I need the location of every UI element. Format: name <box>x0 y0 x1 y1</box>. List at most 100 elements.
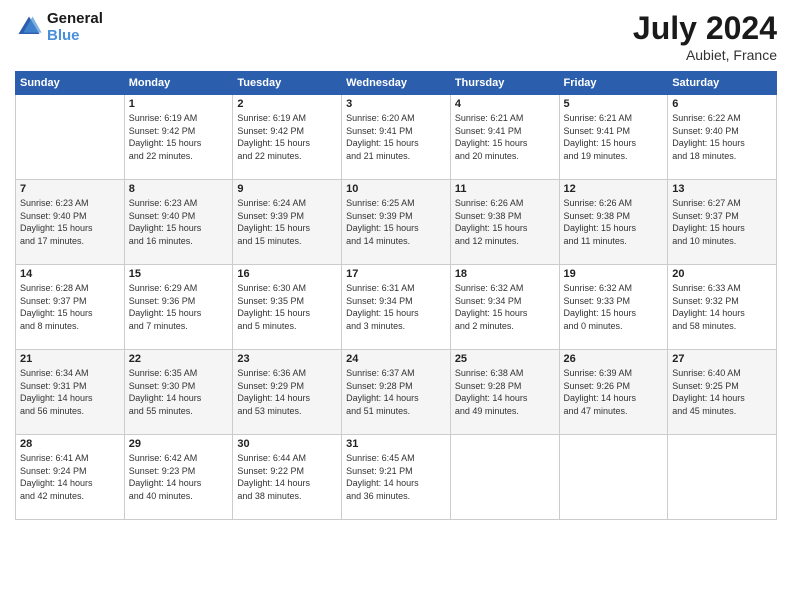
day-info: Sunrise: 6:26 AM Sunset: 9:38 PM Dayligh… <box>564 197 664 247</box>
month-year: July 2024 <box>633 10 777 47</box>
header: General Blue July 2024 Aubiet, France <box>15 10 777 63</box>
day-number: 9 <box>237 183 337 195</box>
logo-text: General Blue <box>47 10 103 44</box>
calendar-cell: 4 Sunrise: 6:21 AM Sunset: 9:41 PM Daylig… <box>450 95 559 180</box>
day-number: 10 <box>346 183 446 195</box>
calendar-cell: 6 Sunrise: 6:22 AM Sunset: 9:40 PM Daylig… <box>668 95 777 180</box>
day-number: 2 <box>237 98 337 110</box>
day-info: Sunrise: 6:32 AM Sunset: 9:33 PM Dayligh… <box>564 282 664 332</box>
day-number: 26 <box>564 353 664 365</box>
calendar-cell: 28 Sunrise: 6:41 AM Sunset: 9:24 PM Dayli… <box>16 435 125 520</box>
col-wednesday: Wednesday <box>342 72 451 95</box>
day-info: Sunrise: 6:42 AM Sunset: 9:23 PM Dayligh… <box>129 452 229 502</box>
title-block: July 2024 Aubiet, France <box>633 10 777 63</box>
day-number: 4 <box>455 98 555 110</box>
day-info: Sunrise: 6:35 AM Sunset: 9:30 PM Dayligh… <box>129 367 229 417</box>
day-info: Sunrise: 6:19 AM Sunset: 9:42 PM Dayligh… <box>237 112 337 162</box>
day-info: Sunrise: 6:22 AM Sunset: 9:40 PM Dayligh… <box>672 112 772 162</box>
col-saturday: Saturday <box>668 72 777 95</box>
day-number: 21 <box>20 353 120 365</box>
day-info: Sunrise: 6:29 AM Sunset: 9:36 PM Dayligh… <box>129 282 229 332</box>
day-number: 16 <box>237 268 337 280</box>
day-info: Sunrise: 6:20 AM Sunset: 9:41 PM Dayligh… <box>346 112 446 162</box>
calendar-cell: 22 Sunrise: 6:35 AM Sunset: 9:30 PM Dayli… <box>124 350 233 435</box>
day-number: 27 <box>672 353 772 365</box>
day-info: Sunrise: 6:38 AM Sunset: 9:28 PM Dayligh… <box>455 367 555 417</box>
day-info: Sunrise: 6:23 AM Sunset: 9:40 PM Dayligh… <box>20 197 120 247</box>
calendar-cell: 26Sunrise: 6:39 AM Sunset: 9:26 PM Dayli… <box>559 350 668 435</box>
location: Aubiet, France <box>633 47 777 63</box>
calendar-cell: 15Sunrise: 6:29 AM Sunset: 9:36 PM Dayli… <box>124 265 233 350</box>
calendar-week-4: 21 Sunrise: 6:34 AM Sunset: 9:31 PM Dayli… <box>16 350 777 435</box>
calendar-cell: 5 Sunrise: 6:21 AM Sunset: 9:41 PM Daylig… <box>559 95 668 180</box>
calendar-cell: 9Sunrise: 6:24 AM Sunset: 9:39 PM Daylig… <box>233 180 342 265</box>
calendar-cell: 2 Sunrise: 6:19 AM Sunset: 9:42 PM Daylig… <box>233 95 342 180</box>
day-number: 19 <box>564 268 664 280</box>
calendar-cell: 20Sunrise: 6:33 AM Sunset: 9:32 PM Dayli… <box>668 265 777 350</box>
day-number: 18 <box>455 268 555 280</box>
day-info: Sunrise: 6:45 AM Sunset: 9:21 PM Dayligh… <box>346 452 446 502</box>
calendar-cell <box>668 435 777 520</box>
day-number: 11 <box>455 183 555 195</box>
day-number: 6 <box>672 98 772 110</box>
calendar-week-3: 14 Sunrise: 6:28 AM Sunset: 9:37 PM Dayli… <box>16 265 777 350</box>
day-number: 20 <box>672 268 772 280</box>
day-number: 8 <box>129 183 229 195</box>
calendar-cell: 3 Sunrise: 6:20 AM Sunset: 9:41 PM Daylig… <box>342 95 451 180</box>
calendar-week-2: 7Sunrise: 6:23 AM Sunset: 9:40 PM Daylig… <box>16 180 777 265</box>
day-number: 12 <box>564 183 664 195</box>
day-number: 3 <box>346 98 446 110</box>
day-info: Sunrise: 6:30 AM Sunset: 9:35 PM Dayligh… <box>237 282 337 332</box>
day-number: 31 <box>346 438 446 450</box>
logo-icon <box>15 13 43 41</box>
calendar-cell: 11Sunrise: 6:26 AM Sunset: 9:38 PM Dayli… <box>450 180 559 265</box>
calendar-cell: 1 Sunrise: 6:19 AM Sunset: 9:42 PM Daylig… <box>124 95 233 180</box>
calendar-cell: 7Sunrise: 6:23 AM Sunset: 9:40 PM Daylig… <box>16 180 125 265</box>
day-info: Sunrise: 6:28 AM Sunset: 9:37 PM Dayligh… <box>20 282 120 332</box>
calendar-cell: 16 Sunrise: 6:30 AM Sunset: 9:35 PM Dayli… <box>233 265 342 350</box>
day-info: Sunrise: 6:44 AM Sunset: 9:22 PM Dayligh… <box>237 452 337 502</box>
day-info: Sunrise: 6:25 AM Sunset: 9:39 PM Dayligh… <box>346 197 446 247</box>
day-number: 28 <box>20 438 120 450</box>
day-info: Sunrise: 6:19 AM Sunset: 9:42 PM Dayligh… <box>129 112 229 162</box>
day-number: 25 <box>455 353 555 365</box>
calendar-cell: 27 Sunrise: 6:40 AM Sunset: 9:25 PM Dayli… <box>668 350 777 435</box>
day-number: 22 <box>129 353 229 365</box>
calendar-cell: 23Sunrise: 6:36 AM Sunset: 9:29 PM Dayli… <box>233 350 342 435</box>
day-number: 1 <box>129 98 229 110</box>
day-info: Sunrise: 6:41 AM Sunset: 9:24 PM Dayligh… <box>20 452 120 502</box>
calendar-cell: 31 Sunrise: 6:45 AM Sunset: 9:21 PM Dayli… <box>342 435 451 520</box>
day-info: Sunrise: 6:21 AM Sunset: 9:41 PM Dayligh… <box>455 112 555 162</box>
day-number: 13 <box>672 183 772 195</box>
calendar-cell: 30Sunrise: 6:44 AM Sunset: 9:22 PM Dayli… <box>233 435 342 520</box>
day-info: Sunrise: 6:36 AM Sunset: 9:29 PM Dayligh… <box>237 367 337 417</box>
calendar-cell <box>16 95 125 180</box>
calendar-cell: 29 Sunrise: 6:42 AM Sunset: 9:23 PM Dayli… <box>124 435 233 520</box>
day-info: Sunrise: 6:21 AM Sunset: 9:41 PM Dayligh… <box>564 112 664 162</box>
calendar-cell <box>559 435 668 520</box>
day-number: 29 <box>129 438 229 450</box>
day-info: Sunrise: 6:32 AM Sunset: 9:34 PM Dayligh… <box>455 282 555 332</box>
day-number: 24 <box>346 353 446 365</box>
calendar-cell: 10 Sunrise: 6:25 AM Sunset: 9:39 PM Dayli… <box>342 180 451 265</box>
header-row: Sunday Monday Tuesday Wednesday Thursday… <box>16 72 777 95</box>
calendar-cell: 19 Sunrise: 6:32 AM Sunset: 9:33 PM Dayli… <box>559 265 668 350</box>
calendar-cell: 13Sunrise: 6:27 AM Sunset: 9:37 PM Dayli… <box>668 180 777 265</box>
calendar-cell: 14 Sunrise: 6:28 AM Sunset: 9:37 PM Dayli… <box>16 265 125 350</box>
calendar-body: 1 Sunrise: 6:19 AM Sunset: 9:42 PM Daylig… <box>16 95 777 520</box>
calendar-cell: 17Sunrise: 6:31 AM Sunset: 9:34 PM Dayli… <box>342 265 451 350</box>
day-number: 5 <box>564 98 664 110</box>
day-info: Sunrise: 6:23 AM Sunset: 9:40 PM Dayligh… <box>129 197 229 247</box>
col-thursday: Thursday <box>450 72 559 95</box>
calendar-cell: 8 Sunrise: 6:23 AM Sunset: 9:40 PM Daylig… <box>124 180 233 265</box>
day-info: Sunrise: 6:40 AM Sunset: 9:25 PM Dayligh… <box>672 367 772 417</box>
calendar-cell: 12 Sunrise: 6:26 AM Sunset: 9:38 PM Dayli… <box>559 180 668 265</box>
day-info: Sunrise: 6:34 AM Sunset: 9:31 PM Dayligh… <box>20 367 120 417</box>
calendar-cell: 24Sunrise: 6:37 AM Sunset: 9:28 PM Dayli… <box>342 350 451 435</box>
calendar-table: Sunday Monday Tuesday Wednesday Thursday… <box>15 71 777 520</box>
calendar-cell: 21 Sunrise: 6:34 AM Sunset: 9:31 PM Dayli… <box>16 350 125 435</box>
col-sunday: Sunday <box>16 72 125 95</box>
col-monday: Monday <box>124 72 233 95</box>
day-number: 14 <box>20 268 120 280</box>
day-info: Sunrise: 6:31 AM Sunset: 9:34 PM Dayligh… <box>346 282 446 332</box>
